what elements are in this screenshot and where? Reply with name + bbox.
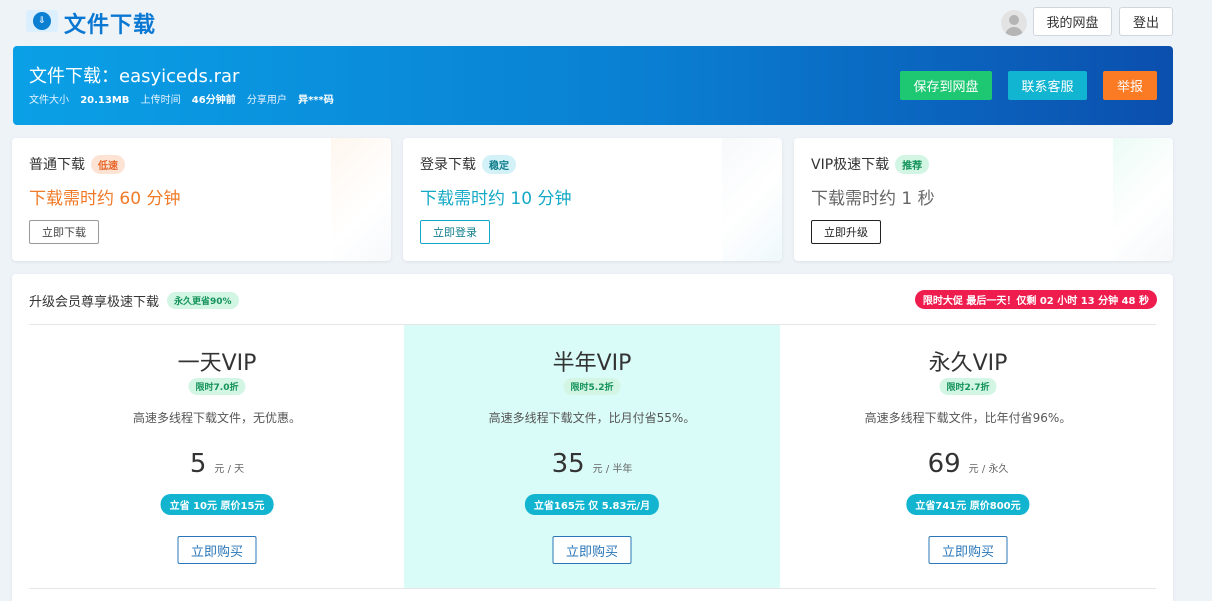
upgrade-badge: 永久更省90% bbox=[167, 292, 239, 309]
plan-unit: 元 / 天 bbox=[214, 464, 245, 475]
file-size: 文件大小 20.13MB bbox=[29, 95, 129, 106]
savings-badge: 立省165元 仅 5.83元/月 bbox=[524, 494, 660, 515]
file-title: 文件下载：easyiceds.rar bbox=[29, 66, 240, 87]
my-pan-button[interactable]: 我的网盘 bbox=[1033, 7, 1112, 36]
plan-card-lifetime: 永久VIP 限时2.7折 高速多线程下载文件，比年付省96%。 69 元 / 永… bbox=[780, 325, 1156, 588]
buy-button[interactable]: 立即购买 bbox=[177, 536, 257, 564]
top-bar: ⇩ 文件下载 我的网盘 登出 bbox=[0, 0, 1212, 44]
share-user-label: 分享用户 bbox=[246, 95, 287, 106]
download-now-button[interactable]: 立即下载 bbox=[29, 220, 99, 244]
divider bbox=[29, 588, 1156, 589]
plan-card-day: 一天VIP 限时7.0折 高速多线程下载文件，无优惠。 5 元 / 天 立省 1… bbox=[29, 325, 405, 588]
vip-download-card: VIP极速下载 推荐 下载需时约 1 秒 立即升级 bbox=[794, 138, 1173, 261]
discount-badge: 限时2.7折 bbox=[939, 378, 997, 395]
card-decoration bbox=[331, 138, 391, 261]
plan-name: 半年VIP bbox=[552, 351, 632, 376]
save-to-pan-button[interactable]: 保存到网盘 bbox=[900, 71, 992, 100]
plan-price-row: 5 元 / 天 bbox=[29, 449, 405, 479]
buy-button[interactable]: 立即购买 bbox=[552, 536, 632, 564]
card-decoration bbox=[1113, 138, 1173, 261]
download-time: 下载需时约 1 秒 bbox=[811, 189, 935, 209]
avatar-body bbox=[1005, 27, 1023, 36]
plan-description: 高速多线程下载文件，比年付省96%。 bbox=[864, 411, 1072, 425]
upload-time: 上传时间 46分钟前 bbox=[141, 95, 236, 106]
promo-countdown-badge: 限时大促 最后一天！仅剩 02 小时 13 分钟 48 秒 bbox=[914, 290, 1157, 309]
file-banner: 文件下载：easyiceds.rar 文件大小 20.13MB 上传时间 46分… bbox=[13, 46, 1173, 125]
speed-badge: 稳定 bbox=[482, 154, 516, 174]
savings-badge: 立省 10元 原价15元 bbox=[160, 494, 274, 515]
plan-card-half-year: 半年VIP 限时5.2折 高速多线程下载文件，比月付省55%。 35 元 / 半… bbox=[404, 325, 780, 588]
plan-name: 永久VIP bbox=[928, 351, 1008, 376]
card-title-text: 普通下载 bbox=[29, 157, 85, 173]
plan-price-row: 69 元 / 永久 bbox=[780, 449, 1156, 479]
discount-badge: 限时7.0折 bbox=[188, 378, 246, 395]
plan-price: 35 bbox=[551, 449, 585, 479]
login-now-button[interactable]: 立即登录 bbox=[420, 220, 490, 244]
contact-support-button[interactable]: 联系客服 bbox=[1008, 71, 1087, 100]
logout-button[interactable]: 登出 bbox=[1119, 7, 1173, 36]
plan-unit: 元 / 半年 bbox=[592, 464, 633, 475]
page-title: 文件下载 bbox=[64, 13, 157, 38]
plan-unit: 元 / 永久 bbox=[968, 464, 1009, 475]
plan-description: 高速多线程下载文件，无优惠。 bbox=[132, 411, 301, 425]
upgrade-title: 升级会员尊享极速下载 永久更省90% bbox=[29, 291, 239, 310]
speed-badge: 推荐 bbox=[895, 154, 930, 174]
card-decoration bbox=[722, 138, 782, 261]
plan-price-row: 35 元 / 半年 bbox=[404, 449, 780, 479]
upgrade-panel: 升级会员尊享极速下载 永久更省90% 限时大促 最后一天！仅剩 02 小时 13… bbox=[12, 274, 1173, 601]
upload-time-value: 46分钟前 bbox=[191, 95, 236, 106]
login-download-card: 登录下载 稳定 下载需时约 10 分钟 立即登录 bbox=[403, 138, 782, 261]
speed-badge: 低速 bbox=[91, 154, 125, 174]
card-title-text: VIP极速下载 bbox=[811, 157, 890, 173]
plan-description: 高速多线程下载文件，比月付省55%。 bbox=[488, 411, 696, 425]
card-title: VIP极速下载 推荐 bbox=[811, 154, 930, 174]
buy-button[interactable]: 立即购买 bbox=[928, 536, 1008, 564]
plan-name: 一天VIP bbox=[177, 351, 257, 376]
normal-download-card: 普通下载 低速 下载需时约 60 分钟 立即下载 bbox=[12, 138, 391, 261]
report-button[interactable]: 举报 bbox=[1103, 71, 1157, 100]
logo-icon[interactable]: ⇩ bbox=[26, 10, 58, 32]
avatar-head bbox=[1009, 15, 1019, 25]
discount-badge: 限时5.2折 bbox=[563, 378, 621, 395]
upload-time-label: 上传时间 bbox=[140, 95, 181, 106]
logo-mark: ⇩ bbox=[33, 12, 51, 30]
user-avatar-icon[interactable] bbox=[1001, 10, 1027, 36]
card-title-text: 登录下载 bbox=[420, 157, 476, 173]
upgrade-title-text: 升级会员尊享极速下载 bbox=[29, 295, 160, 310]
plan-price: 5 bbox=[189, 449, 207, 479]
share-user-value: 异***码 bbox=[298, 95, 334, 106]
file-meta: 文件大小 20.13MB 上传时间 46分钟前 分享用户 异***码 bbox=[29, 91, 342, 106]
card-title: 登录下载 稳定 bbox=[420, 154, 516, 174]
savings-badge: 立省741元 原价800元 bbox=[906, 494, 1030, 515]
download-time: 下载需时约 60 分钟 bbox=[29, 189, 181, 209]
plan-price: 69 bbox=[927, 449, 961, 479]
upgrade-now-button[interactable]: 立即升级 bbox=[811, 220, 881, 244]
file-size-label: 文件大小 bbox=[29, 95, 69, 106]
card-title: 普通下载 低速 bbox=[29, 154, 125, 174]
file-size-value: 20.13MB bbox=[80, 95, 130, 106]
share-user: 分享用户 异***码 bbox=[247, 95, 334, 106]
download-time: 下载需时约 10 分钟 bbox=[420, 189, 572, 209]
